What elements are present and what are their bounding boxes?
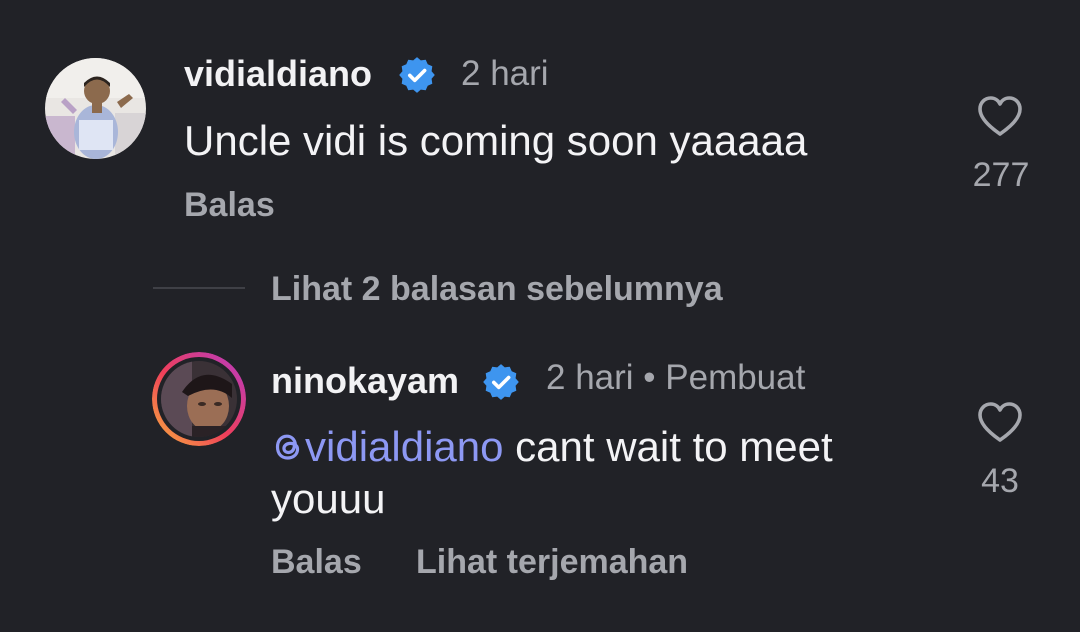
avatar[interactable]	[152, 352, 246, 446]
threads-icon	[275, 434, 300, 460]
mention-link[interactable]: vidialdiano	[271, 423, 503, 470]
comment-timestamp: 2 hari	[461, 54, 549, 93]
like-count: 277	[972, 156, 1030, 194]
comment-timestamp: 2 hari • Pembuat	[546, 358, 806, 397]
comment-text: vidialdiano cant wait to meet youuu	[271, 421, 931, 525]
replies-divider	[153, 287, 245, 289]
verified-badge-icon	[399, 57, 435, 93]
mention-username: vidialdiano	[305, 423, 504, 470]
reply-button[interactable]: Balas	[271, 541, 362, 583]
verified-badge-icon	[483, 364, 519, 400]
comment-text: Uncle vidi is coming soon yaaaaa	[184, 117, 808, 164]
heart-icon[interactable]	[976, 400, 1024, 444]
comment-username[interactable]: vidialdiano	[184, 52, 372, 96]
reply-button[interactable]: Balas	[184, 184, 275, 226]
heart-icon[interactable]	[976, 94, 1024, 138]
view-previous-replies-button[interactable]: Lihat 2 balasan sebelumnya	[271, 268, 723, 310]
comment-username[interactable]: ninokayam	[271, 359, 459, 403]
see-translation-button[interactable]: Lihat terjemahan	[416, 541, 688, 583]
like-count: 43	[981, 462, 1019, 500]
comments-thread: vidialdiano 2 hari Uncle vidi is coming …	[0, 0, 1080, 632]
avatar[interactable]	[45, 58, 146, 159]
